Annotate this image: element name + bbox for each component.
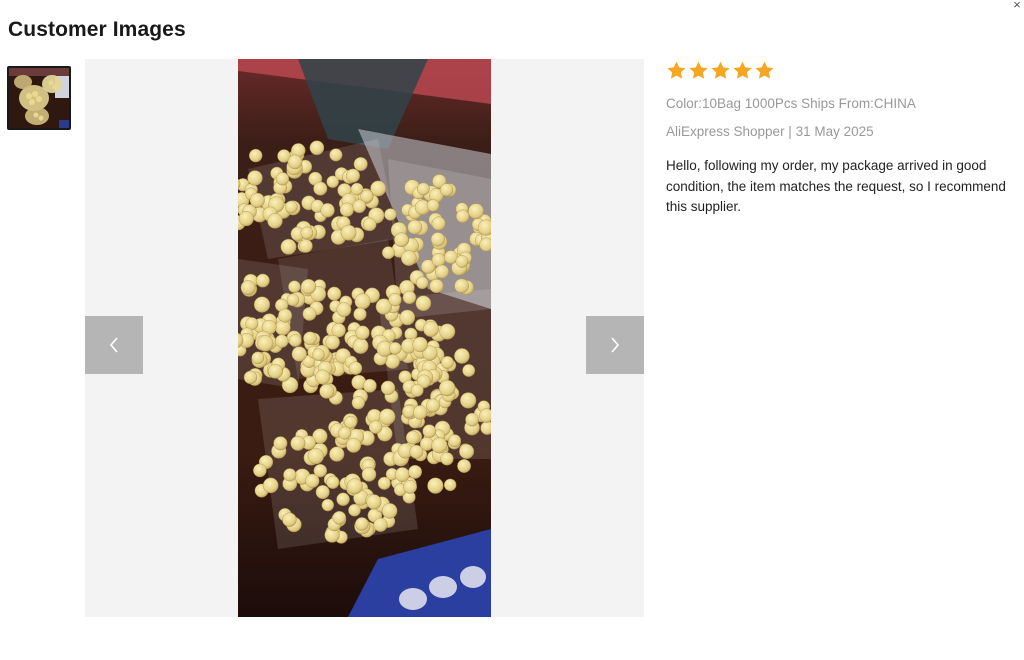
close-icon[interactable]: × [1010, 0, 1024, 12]
star-icon [689, 61, 708, 79]
chevron-right-icon [611, 337, 620, 353]
star-icon [755, 61, 774, 79]
page-title: Customer Images [8, 18, 186, 41]
review-panel: Color:10Bag 1000Pcs Ships From:CHINA Ali… [666, 60, 1006, 218]
star-icon [733, 61, 752, 79]
rating-stars [666, 60, 1006, 82]
previous-image-button[interactable] [85, 316, 143, 374]
review-author-date: AliExpress Shopper | 31 May 2025 [666, 124, 874, 139]
thumbnail-list [7, 66, 71, 130]
chevron-left-icon [109, 337, 118, 353]
review-photo-image [238, 59, 491, 617]
review-text: Hello, following my order, my package ar… [666, 158, 1006, 214]
thumbnail-image [9, 68, 69, 128]
star-icon [711, 61, 730, 79]
image-viewer [85, 59, 644, 617]
image-thumbnail[interactable] [7, 66, 71, 130]
next-image-button[interactable] [586, 316, 644, 374]
star-icon [667, 61, 686, 79]
review-sku: Color:10Bag 1000Pcs Ships From:CHINA [666, 96, 916, 111]
review-photo[interactable] [238, 59, 491, 617]
